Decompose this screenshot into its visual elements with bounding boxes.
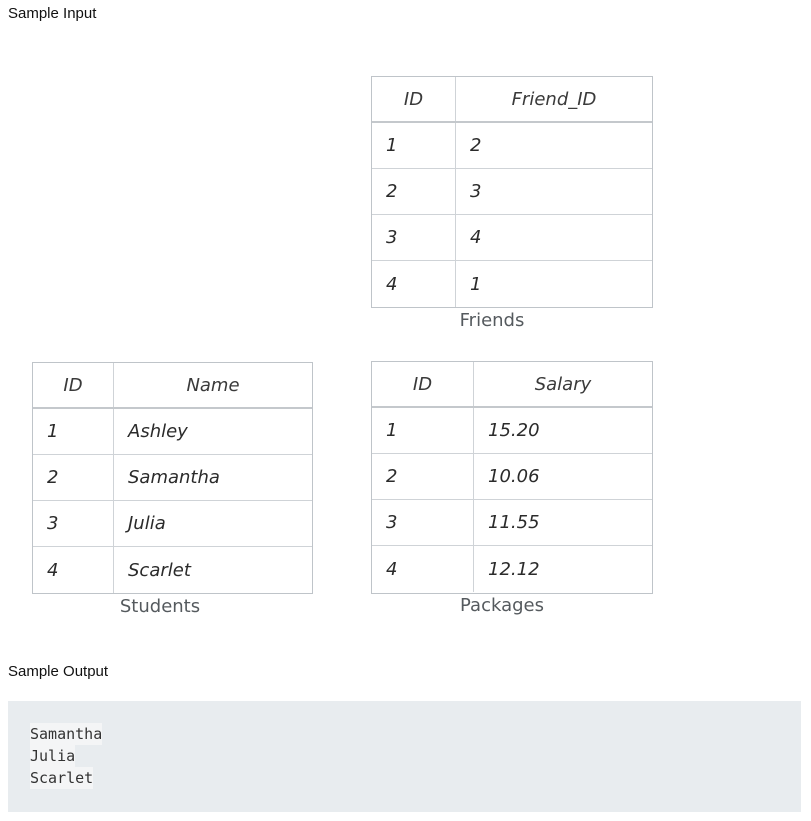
table-cell: 1 — [470, 273, 482, 295]
table-cell: 1 — [33, 409, 114, 454]
table-cell: 1 — [372, 123, 456, 168]
table-cell: 4 — [372, 546, 474, 592]
table-cell: 4 — [372, 261, 456, 307]
column-header: ID — [372, 77, 456, 121]
table-cell: 3 — [33, 501, 114, 546]
table-row: 4 12.12 — [372, 546, 652, 592]
table-cell: 11.55 — [488, 512, 540, 533]
sample-output-heading: Sample Output — [8, 663, 109, 680]
table-row: 2 10.06 — [372, 454, 652, 500]
table-cell: 2 — [372, 169, 456, 214]
table-header-row: ID Friend_ID — [372, 77, 652, 123]
friends-caption: Friends — [459, 310, 525, 331]
column-header: Name — [186, 374, 240, 396]
table-cell: Ashley — [128, 421, 188, 442]
table-cell: 4 — [470, 227, 482, 248]
sample-output-box: Samantha Julia Scarlet — [8, 701, 801, 812]
table-row: 4 1 — [372, 261, 652, 307]
table-row: 2 3 — [372, 169, 652, 215]
table-cell: 10.06 — [488, 466, 540, 487]
table-header-row: ID Salary — [372, 362, 652, 408]
table-row: 3 11.55 — [372, 500, 652, 546]
packages-table: ID Salary 1 15.20 2 10.06 3 11.55 4 12.1… — [371, 361, 653, 594]
table-row: 3 4 — [372, 215, 652, 261]
table-cell: 3 — [470, 181, 482, 202]
table-row: 1 2 — [372, 123, 652, 169]
table-row: 2 Samantha — [33, 455, 312, 501]
table-cell: 2 — [470, 135, 482, 156]
column-header: ID — [372, 362, 474, 406]
output-line: Samantha — [30, 723, 103, 745]
sample-input-heading: Sample Input — [8, 5, 97, 22]
students-table: ID Name 1 Ashley 2 Samantha 3 Julia 4 Sc… — [32, 362, 313, 594]
table-row: 4 Scarlet — [33, 547, 312, 593]
table-cell: Julia — [128, 513, 166, 534]
students-caption: Students — [119, 596, 201, 617]
output-line: Julia — [30, 745, 76, 767]
column-header: Salary — [534, 373, 592, 395]
table-row: 1 Ashley — [33, 409, 312, 455]
table-cell: 12.12 — [488, 558, 540, 580]
output-line: Scarlet — [30, 767, 94, 789]
table-row: 1 15.20 — [372, 408, 652, 454]
table-cell: 4 — [33, 547, 114, 593]
table-cell: 15.20 — [488, 420, 540, 441]
table-cell: 2 — [33, 455, 114, 500]
column-header: ID — [33, 363, 114, 407]
table-cell: Samantha — [128, 467, 220, 488]
table-cell: 2 — [372, 454, 474, 499]
friends-table: ID Friend_ID 1 2 2 3 3 4 4 1 — [371, 76, 653, 308]
table-cell: Scarlet — [128, 559, 191, 581]
column-header: Friend_ID — [511, 88, 597, 110]
table-row: 3 Julia — [33, 501, 312, 547]
table-header-row: ID Name — [33, 363, 312, 409]
table-cell: 3 — [372, 500, 474, 545]
table-cell: 1 — [372, 408, 474, 453]
packages-caption: Packages — [460, 595, 544, 616]
table-cell: 3 — [372, 215, 456, 260]
